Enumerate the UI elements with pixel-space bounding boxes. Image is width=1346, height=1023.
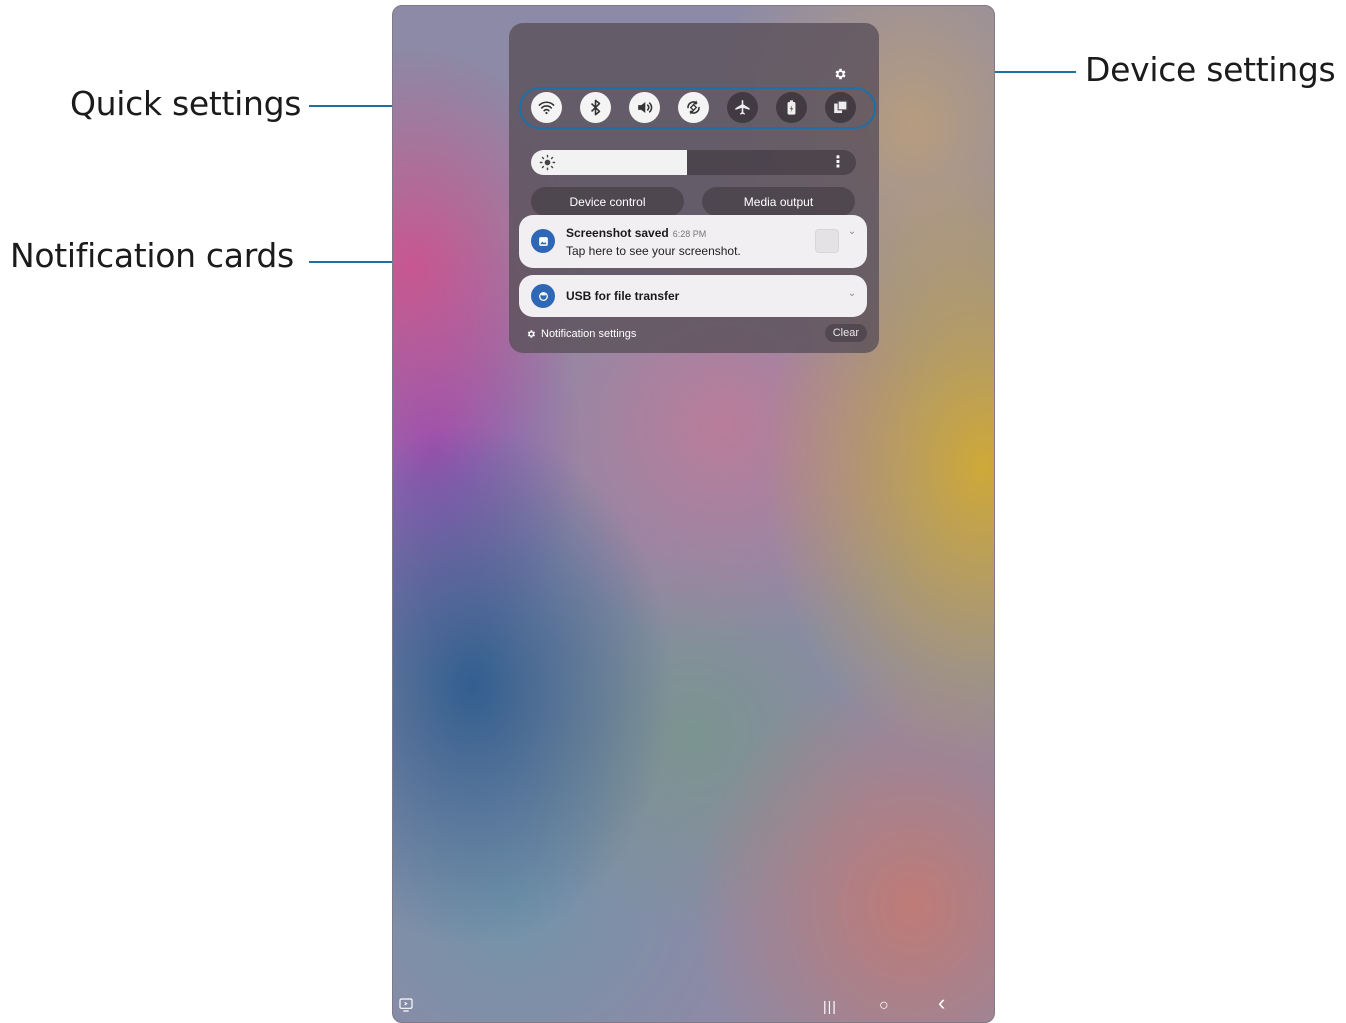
quick-settings-callout: Quick settings	[70, 84, 302, 123]
power-saving-toggle[interactable]	[776, 92, 807, 123]
navigation-bar: ||| ○ ‹	[393, 992, 994, 1022]
battery-icon	[787, 100, 796, 115]
device-settings-callout: Device settings	[1085, 50, 1336, 89]
notification-time: 6:28 PM	[672, 229, 707, 239]
bluetooth-icon	[590, 99, 601, 116]
wifi-toggle[interactable]	[531, 92, 562, 123]
notification-card-usb[interactable]: USB for file transfer ⌄	[519, 275, 867, 317]
sound-toggle[interactable]	[629, 92, 660, 123]
airplane-mode-toggle[interactable]	[727, 92, 758, 123]
recents-button[interactable]: |||	[823, 996, 837, 1016]
notification-title: USB for file transfer	[566, 289, 680, 303]
usb-icon	[531, 284, 555, 308]
notification-settings-link[interactable]: Notification settings	[526, 328, 636, 340]
device-control-button[interactable]: Device control	[531, 187, 684, 216]
quick-settings-row	[519, 87, 876, 129]
multi-window-icon	[834, 100, 848, 114]
notification-title: Screenshot saved 6:28 PM	[566, 226, 707, 240]
multi-window-toggle[interactable]	[825, 92, 856, 123]
chevron-down-icon[interactable]: ⌄	[847, 289, 857, 299]
gallery-icon	[531, 229, 555, 253]
sound-icon	[638, 101, 653, 114]
notification-card-screenshot[interactable]: Screenshot saved 6:28 PM Tap here to see …	[519, 215, 867, 268]
brightness-slider[interactable]: ⋮	[531, 150, 856, 175]
sun-icon	[539, 154, 556, 171]
tablet-screen: ⋮ Device control Media output Screenshot…	[392, 5, 995, 1023]
screenshot-thumbnail	[815, 229, 839, 253]
notification-text: Tap here to see your screenshot.	[566, 244, 741, 258]
home-button[interactable]: ○	[879, 996, 889, 1016]
rotate-icon	[687, 100, 700, 115]
chevron-down-icon[interactable]: ⌄	[847, 227, 857, 237]
screenshot-icon[interactable]	[398, 997, 414, 1013]
notification-settings-label: Notification settings	[541, 328, 637, 340]
media-output-button[interactable]: Media output	[702, 187, 855, 216]
clear-button[interactable]: Clear	[824, 324, 867, 342]
more-options-icon[interactable]: ⋮	[830, 153, 846, 172]
airplane-icon	[735, 99, 750, 115]
notification-cards-callout: Notification cards	[10, 236, 294, 275]
gear-icon[interactable]	[833, 67, 847, 81]
bluetooth-toggle[interactable]	[580, 92, 611, 123]
wifi-icon	[538, 101, 555, 115]
back-button[interactable]: ‹	[938, 992, 945, 1014]
auto-rotate-toggle[interactable]	[678, 92, 709, 123]
gear-icon	[527, 330, 535, 338]
quick-panel: ⋮ Device control Media output Screenshot…	[509, 23, 879, 353]
